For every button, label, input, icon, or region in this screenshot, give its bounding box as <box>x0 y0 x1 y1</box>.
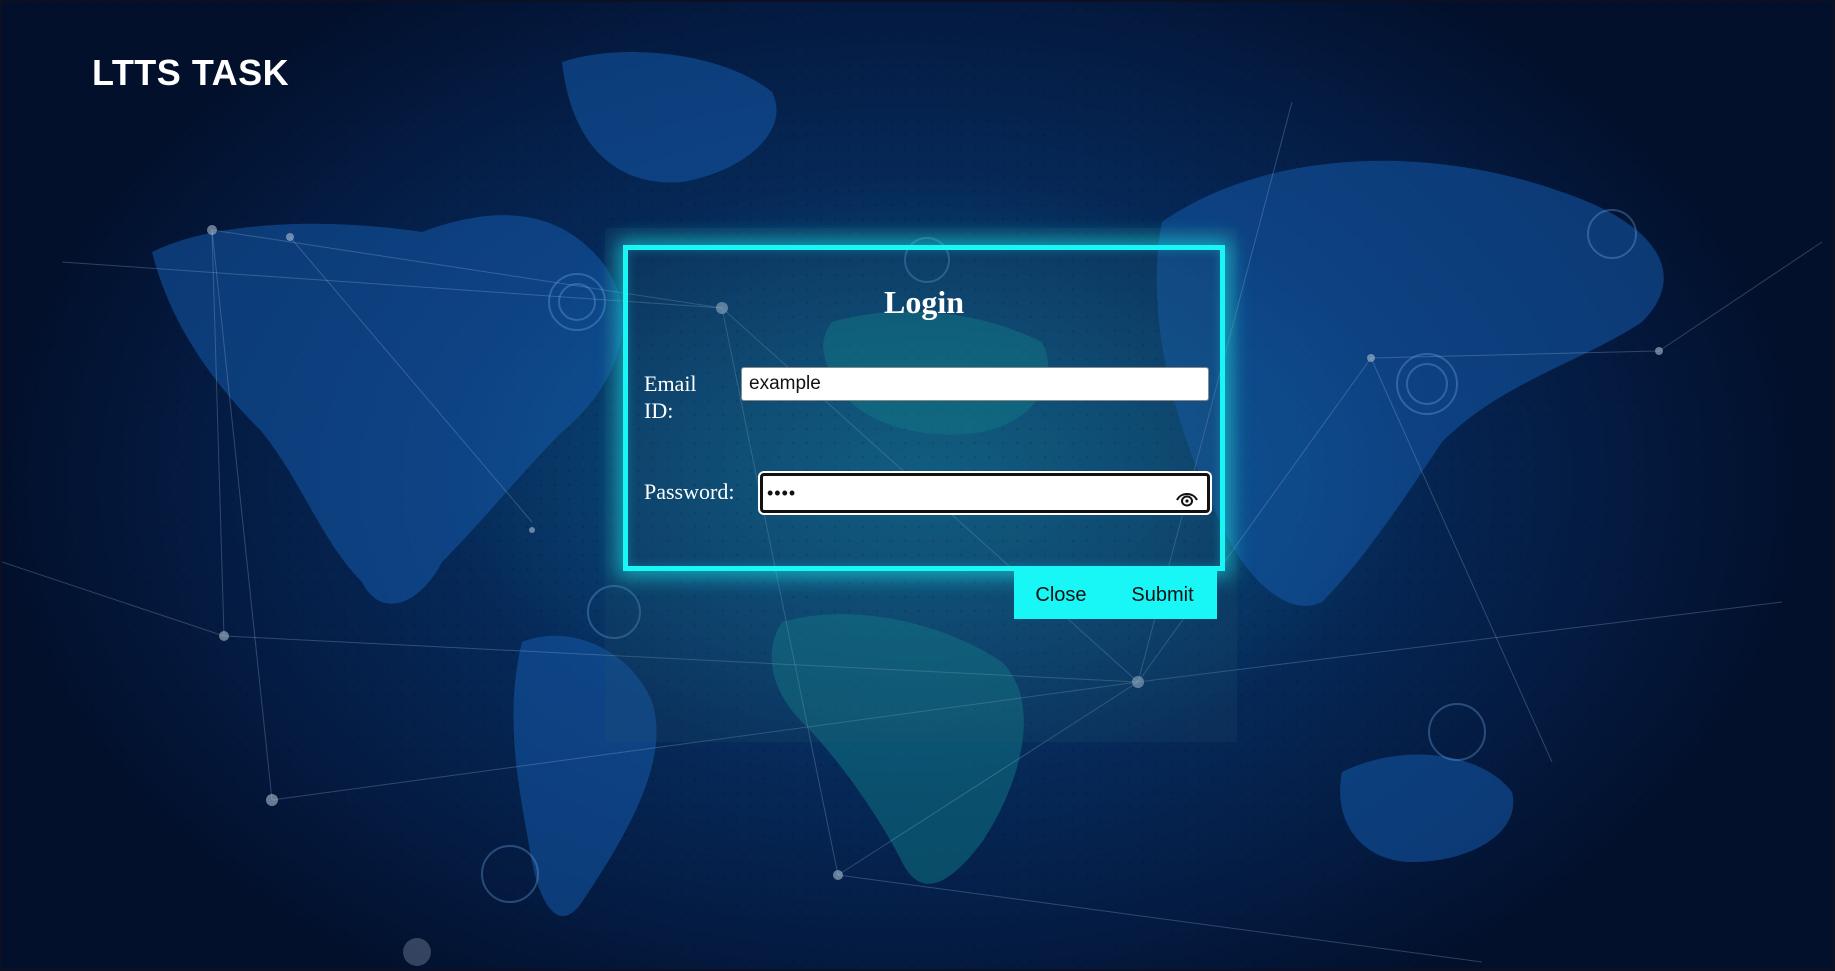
dialog-button-bar: Close Submit <box>1014 571 1217 619</box>
login-dialog: Login Email ID: example Password: •••• <box>623 245 1225 571</box>
close-button[interactable]: Close <box>1014 571 1108 619</box>
password-label: Password: <box>644 479 735 504</box>
login-title: Login <box>883 284 965 320</box>
email-label: Email ID: <box>644 371 697 423</box>
password-input[interactable]: •••• <box>760 473 1210 513</box>
eye-icon[interactable] <box>1175 484 1199 507</box>
password-masked-value: •••• <box>767 483 797 503</box>
email-input[interactable]: example <box>741 367 1209 401</box>
submit-button[interactable]: Submit <box>1108 571 1217 619</box>
app-title: LTTS TASK <box>92 52 290 93</box>
